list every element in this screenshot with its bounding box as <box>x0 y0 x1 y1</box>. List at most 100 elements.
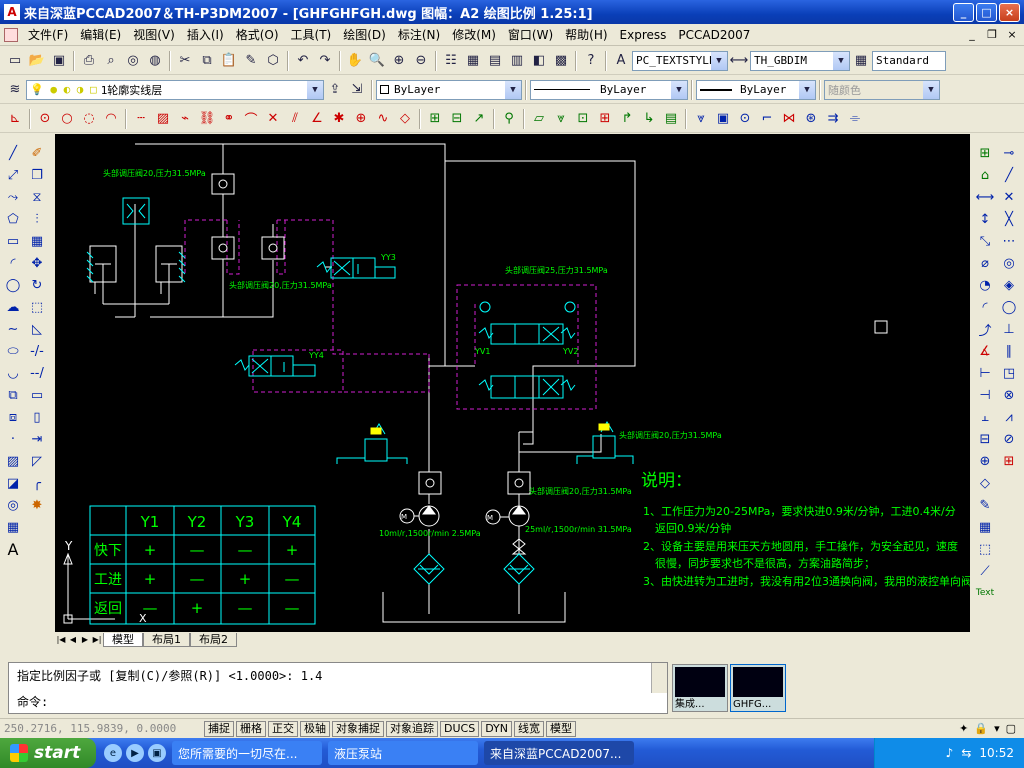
stretch-icon[interactable]: ◺ <box>26 318 48 340</box>
calculator-icon[interactable]: ▩ <box>550 50 572 72</box>
dim-radius-icon[interactable]: ◔ <box>974 274 996 296</box>
ie-icon[interactable]: e <box>104 744 122 762</box>
media-icon[interactable]: ▶ <box>126 744 144 762</box>
arc-draw-icon[interactable]: ◜ <box>2 252 24 274</box>
doc-restore-icon[interactable]: ❐ <box>984 27 1000 41</box>
section-icon[interactable]: ↱ <box>616 108 638 130</box>
snap-perpendicular-icon[interactable]: ⊥ <box>998 318 1020 340</box>
text-style-select[interactable]: PC_TEXTSTYLE ▼ <box>632 50 728 71</box>
model-toggle[interactable]: 模型 <box>546 720 577 737</box>
array-icon[interactable]: ▦ <box>26 230 48 252</box>
snap-intersection-icon[interactable]: ✕ <box>998 186 1020 208</box>
dim-angle-icon[interactable]: ∡ <box>974 340 996 362</box>
tray-settings-icon[interactable]: ▾ <box>994 722 1000 735</box>
snap-endpoint-icon[interactable]: ⊸ <box>998 142 1020 164</box>
linetype-select[interactable]: ByLayer ▼ <box>530 79 688 100</box>
ellipse-arc-icon[interactable]: ◡ <box>2 362 24 384</box>
extend-icon[interactable]: --/ <box>26 362 48 384</box>
point-icon[interactable]: · <box>2 428 24 450</box>
block-editor-icon[interactable]: ⬡ <box>262 50 284 72</box>
lock-icon[interactable]: 🔒 <box>974 722 988 735</box>
rectangle-icon[interactable]: ▭ <box>2 230 24 252</box>
dim-style-select[interactable]: TH_GBDIM ▼ <box>750 50 850 71</box>
circle-center-icon[interactable]: ⊙ <box>34 108 56 130</box>
table-style-icon[interactable]: ▦ <box>850 50 872 72</box>
otrack-toggle[interactable]: 对象追踪 <box>386 720 438 737</box>
layer-select[interactable]: 💡 ● ◐ ◑ □ 1轮廓实线层 ▼ <box>26 79 324 100</box>
angle-line-icon[interactable]: ∠ <box>306 108 328 130</box>
circle-draw-icon[interactable]: ◯ <box>2 274 24 296</box>
symbol-8-icon[interactable]: ⌯ <box>844 108 866 130</box>
centerline-icon[interactable]: ┄ <box>130 108 152 130</box>
mirror-icon[interactable]: ⧖ <box>26 186 48 208</box>
chevron-down-icon[interactable]: ▼ <box>307 80 323 99</box>
volume-icon[interactable]: ♪ <box>946 746 954 760</box>
snap-insert-icon[interactable]: ◳ <box>998 362 1020 384</box>
menu-format[interactable]: 格式(O) <box>230 26 285 43</box>
polyline-icon[interactable]: ⤳ <box>2 186 24 208</box>
clean-screen-icon[interactable]: ▢ <box>1006 722 1016 735</box>
chevron-down-icon[interactable]: ▼ <box>799 80 815 99</box>
minimize-button[interactable]: _ <box>953 3 974 22</box>
menu-window[interactable]: 窗口(W) <box>502 26 559 43</box>
table-icon[interactable]: ▦ <box>2 516 24 538</box>
chain-icon[interactable]: ⛓ <box>196 108 218 130</box>
dim-arc-icon[interactable]: ◜ <box>974 296 996 318</box>
pan-icon[interactable]: ✋ <box>344 50 366 72</box>
design-center-icon[interactable]: ▦ <box>462 50 484 72</box>
dimension-icon[interactable]: ⊞ <box>424 108 446 130</box>
diamond-icon[interactable]: ◇ <box>394 108 416 130</box>
dim-vertical-icon[interactable]: ↕ <box>974 208 996 230</box>
redo-icon[interactable]: ↷ <box>314 50 336 72</box>
symbol-1-icon[interactable]: ⩔ <box>690 108 712 130</box>
copy-icon[interactable]: ⧉ <box>196 50 218 72</box>
close-button[interactable]: × <box>999 3 1020 22</box>
comm-center-icon[interactable]: ✦ <box>959 722 968 735</box>
snap-toggle[interactable]: 捕捉 <box>204 720 234 737</box>
paste-icon[interactable]: 📋 <box>218 50 240 72</box>
new-file-icon[interactable]: ▭ <box>4 50 26 72</box>
publish-icon[interactable]: ◎ <box>122 50 144 72</box>
doc-close-icon[interactable]: × <box>1004 27 1020 41</box>
bom-icon[interactable]: ▤ <box>660 108 682 130</box>
offset-icon[interactable]: ⫶ <box>26 208 48 230</box>
link-icon[interactable]: ⚭ <box>218 108 240 130</box>
snap-parallel-icon[interactable]: ∥ <box>998 340 1020 362</box>
table-dim-icon[interactable]: ⊟ <box>446 108 468 130</box>
tab-layout2[interactable]: 布局2 <box>190 632 237 647</box>
menu-tools[interactable]: 工具(T) <box>285 26 338 43</box>
3d-dwf-icon[interactable]: ◍ <box>144 50 166 72</box>
surface-finish-icon[interactable]: ▱ <box>528 108 550 130</box>
explode-icon[interactable]: ✸ <box>26 494 48 516</box>
line-parallel-icon[interactable]: ⫽ <box>284 108 306 130</box>
tab-prev-icon[interactable]: ◀ <box>67 633 79 646</box>
hatch-icon[interactable]: ▨ <box>152 108 174 130</box>
menu-view[interactable]: 视图(V) <box>127 26 181 43</box>
layer-previous-icon[interactable]: ⇲ <box>346 79 368 101</box>
chevron-down-icon[interactable]: ▼ <box>833 51 849 70</box>
tab-model[interactable]: 模型 <box>103 632 143 647</box>
dim-text-icon[interactable]: ⟋ <box>974 560 996 582</box>
dim-quick-icon[interactable]: ⫠ <box>974 406 996 428</box>
symbol-2-icon[interactable]: ▣ <box>712 108 734 130</box>
menu-pccad[interactable]: PCCAD2007 <box>672 28 756 42</box>
ucs-icon[interactable]: ⊾ <box>4 108 26 130</box>
menu-help[interactable]: 帮助(H) <box>559 26 613 43</box>
move-icon[interactable]: ✥ <box>26 252 48 274</box>
gradient-icon[interactable]: ◪ <box>2 472 24 494</box>
print-icon[interactable]: ⎙ <box>78 50 100 72</box>
dim-ordinate-icon[interactable]: ⤴ <box>974 318 996 340</box>
desktop-icon[interactable]: ▣ <box>148 744 166 762</box>
lineweight-toggle[interactable]: 线宽 <box>514 720 545 737</box>
menu-draw[interactable]: 绘图(D) <box>337 26 392 43</box>
chevron-down-icon[interactable]: ▼ <box>711 51 727 70</box>
osnap-toggle[interactable]: 对象捕捉 <box>332 720 384 737</box>
dim-continue-icon[interactable]: ⊣ <box>974 384 996 406</box>
revcloud-icon[interactable]: ☁ <box>2 296 24 318</box>
dim-linear-icon[interactable]: ⊞ <box>974 142 996 164</box>
network-icon[interactable]: ⇆ <box>961 746 971 760</box>
leader-icon[interactable]: ↗ <box>468 108 490 130</box>
undo-icon[interactable]: ↶ <box>292 50 314 72</box>
dim-edit-icon[interactable]: ✎ <box>974 494 996 516</box>
make-current-layer-icon[interactable]: ⇪ <box>324 79 346 101</box>
